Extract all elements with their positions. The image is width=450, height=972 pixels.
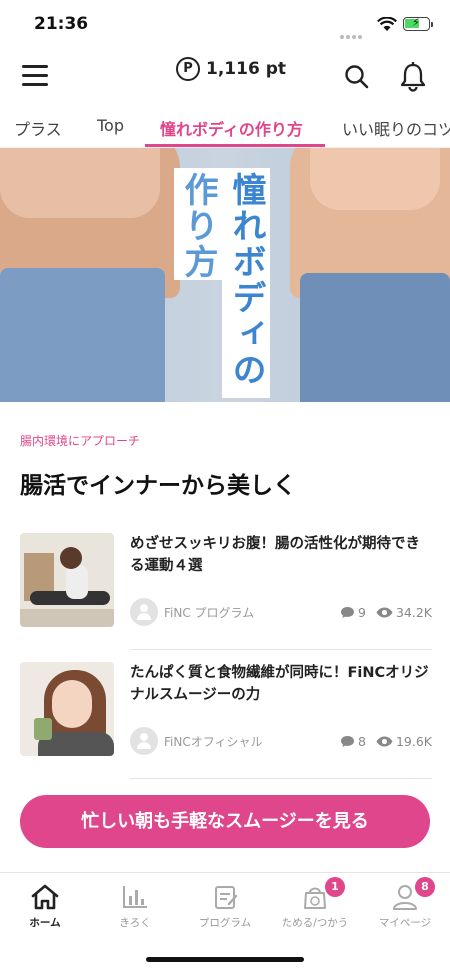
- article-headline: たんぱく質と食物繊維が同時に！FiNCオリジナルスムージーの力: [130, 665, 429, 703]
- home-icon: [31, 884, 59, 910]
- notification-badge: 8: [415, 877, 435, 897]
- battery-icon: ⚡: [403, 16, 433, 31]
- article-thumbnail: [20, 533, 114, 627]
- article-thumbnail: [20, 662, 114, 756]
- view-count: 19.6K: [395, 734, 432, 749]
- nav-label: きろく: [119, 917, 151, 929]
- article-author: FiNCオフィシャル: [130, 726, 262, 756]
- author-name: FiNC プログラム: [164, 605, 255, 620]
- hero-title-card-large: 憧れボディの: [222, 168, 270, 398]
- hero-title-card-small: 作り方: [174, 168, 222, 280]
- article-stats: 8 19.6K: [340, 734, 432, 749]
- article-card[interactable]: たんぱく質と食物繊維が同時に！FiNCオリジナルスムージーの力 FiNCオフィシ…: [20, 662, 432, 780]
- article-author: FiNC プログラム: [130, 597, 254, 627]
- comment-count: 9: [358, 605, 366, 620]
- avatar: [130, 727, 158, 755]
- nav-label: ホーム: [29, 917, 61, 929]
- points-display[interactable]: P 1,116 pt: [176, 56, 286, 82]
- menu-icon[interactable]: [22, 65, 48, 87]
- hero-title-line2: 憧れボディの: [226, 172, 266, 388]
- article-card[interactable]: めざせスッキリお腹！腸の活性化が期待できる運動４選 FiNC プログラム 9 3…: [20, 533, 432, 651]
- home-indicator: [146, 957, 304, 962]
- comment-count: 8: [358, 734, 366, 749]
- hero-jeans-left: [0, 268, 165, 402]
- nav-home[interactable]: ホーム: [0, 873, 90, 943]
- points-value: 1,116 pt: [206, 59, 286, 79]
- app-header: P 1,116 pt: [0, 48, 450, 106]
- divider: [130, 778, 432, 779]
- signal-dots-icon: [340, 24, 364, 43]
- tab-top[interactable]: Top: [97, 116, 124, 135]
- tab-ideal-body[interactable]: 憧れボディの作り方: [160, 116, 303, 140]
- article-headline: めざせスッキリお腹！腸の活性化が期待できる運動４選: [130, 536, 420, 574]
- nav-record[interactable]: きろく: [90, 873, 180, 943]
- article-stats: 9 34.2K: [340, 605, 432, 620]
- wifi-icon: [377, 17, 397, 31]
- view-count: 34.2K: [395, 605, 432, 620]
- active-tab-indicator: [145, 144, 325, 147]
- nav-label: ためる/つかう: [281, 917, 349, 929]
- nav-mypage[interactable]: 8 マイページ: [360, 873, 450, 943]
- hero-jeans-right: [300, 273, 450, 402]
- category-tabs: プラス Top 憧れボディの作り方 いい眠りのコツ: [0, 106, 450, 148]
- comment-icon: [341, 736, 355, 747]
- eye-icon: [376, 736, 393, 747]
- tab-good-sleep[interactable]: いい眠りのコツ: [342, 116, 450, 140]
- hero-top-left: [0, 148, 160, 218]
- section-category[interactable]: 腸内環境にアプローチ: [20, 432, 140, 449]
- hero-top-right: [310, 148, 440, 210]
- smoothie-cta-button[interactable]: 忙しい朝も手軽なスムージーを見る: [20, 795, 430, 848]
- status-time: 21:36: [34, 14, 89, 34]
- tab-plus[interactable]: プラス: [14, 116, 62, 140]
- hero-title-line1: 作り方: [178, 172, 218, 280]
- bell-icon[interactable]: [399, 62, 427, 92]
- chart-icon: [123, 886, 147, 908]
- divider: [130, 649, 432, 650]
- nav-program[interactable]: プログラム: [180, 873, 270, 943]
- nav-points[interactable]: 1 ためる/つかう: [270, 873, 360, 943]
- avatar: [130, 598, 158, 626]
- author-name: FiNCオフィシャル: [164, 734, 263, 749]
- eye-icon: [376, 607, 393, 618]
- search-icon[interactable]: [344, 64, 370, 90]
- hero-banner[interactable]: 作り方 憧れボディの: [0, 148, 450, 402]
- points-icon: P: [176, 57, 200, 81]
- section-title: 腸活でインナーから美しく: [20, 473, 296, 499]
- nav-label: マイページ: [378, 917, 432, 929]
- nav-label: プログラム: [198, 917, 252, 929]
- comment-icon: [341, 607, 355, 618]
- notification-badge: 1: [325, 877, 345, 897]
- status-bar: 21:36 ⚡: [0, 0, 450, 48]
- program-icon: [215, 886, 238, 909]
